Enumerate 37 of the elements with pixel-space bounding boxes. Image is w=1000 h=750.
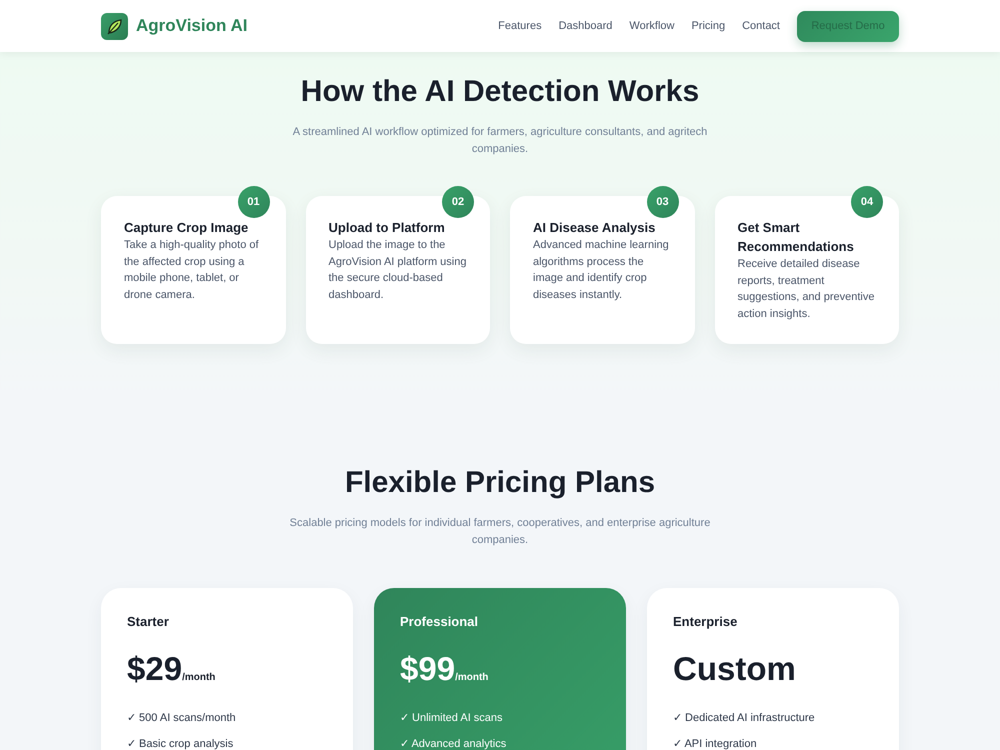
- step-number-badge: 04: [851, 186, 883, 218]
- plan-feature: ✓ Unlimited AI scans: [400, 711, 504, 726]
- plan-feature: ✓ Dedicated AI infrastructure: [673, 711, 816, 726]
- nav-link[interactable]: Features: [498, 20, 542, 32]
- plan-name: Professional: [400, 614, 480, 630]
- plan-price: $29: [127, 649, 182, 689]
- step-number-badge: 02: [442, 186, 474, 218]
- plan-price: $99: [400, 649, 456, 689]
- brand-name[interactable]: AgroVision AI: [136, 16, 248, 36]
- plan-name: Starter: [127, 614, 170, 630]
- leaf-logo-icon: [101, 12, 128, 40]
- nav-link[interactable]: Dashboard: [558, 20, 612, 32]
- nav-link[interactable]: Pricing: [691, 20, 726, 32]
- section-subtitle: A streamlined AI workflow optimized for farmers, agriculture consultants, and agritech companies.: [292, 125, 708, 157]
- step-description: Receive detailed disease reports, treatment suggestions, and preventive action insights.: [738, 257, 876, 322]
- section-subtitle: Scalable pricing models for individual farmers, cooperatives, and enterprise agriculture companies.: [288, 516, 712, 548]
- price-period: /month: [182, 672, 216, 683]
- plan-feature: ✓ Basic crop analysis: [127, 737, 234, 750]
- step-title: Capture Crop Image: [124, 219, 250, 237]
- section-title: How the AI Detection Works: [300, 74, 700, 110]
- nav-link[interactable]: Workflow: [629, 20, 674, 32]
- step-number-badge: 01: [238, 186, 270, 218]
- plan-feature: ✓ Advanced analytics: [400, 737, 508, 750]
- step-title: AI Disease Analysis: [533, 219, 656, 237]
- plan-price: Custom: [673, 649, 796, 689]
- step-title: Upload to Platform: [328, 219, 446, 237]
- step-description: Take a high-quality photo of the affected crop using a mobile phone, tablet, or drone camera.: [124, 238, 260, 302]
- plan-feature: ✓ API integration: [673, 737, 758, 750]
- section-title: Flexible Pricing Plans: [344, 465, 656, 501]
- step-title: Get Smart Recommendations: [738, 219, 855, 256]
- nav-link[interactable]: Contact: [742, 20, 780, 32]
- plan-feature: ✓ 500 AI scans/month: [127, 711, 237, 726]
- plan-name: Enterprise: [673, 614, 738, 630]
- price-period: /month: [455, 672, 488, 683]
- step-number-badge: 03: [646, 186, 678, 218]
- step-description: Advanced machine learning algorithms process the image and identify crop diseases instantly.: [533, 238, 670, 302]
- step-description: Upload the image to the AgroVision AI platform using the secure cloud-based dashboard.: [328, 238, 468, 302]
